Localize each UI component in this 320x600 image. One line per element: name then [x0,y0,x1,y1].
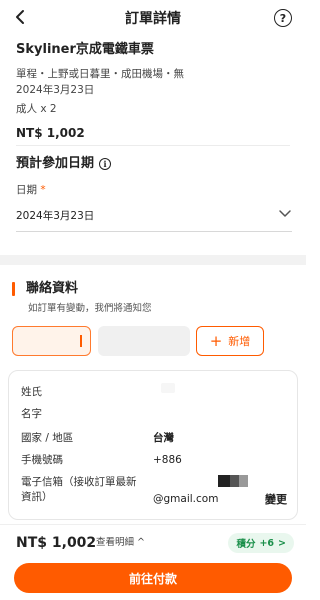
chevron-right-icon: > [278,537,286,549]
phone-label: 手機號碼 [21,454,63,466]
contact-subtitle: 如訂單有變動，我們將通知您 [28,303,152,314]
page-title: 訂單詳情 [125,11,181,27]
contact-chip[interactable] [98,326,190,356]
chevron-up-icon: ^ [137,537,146,548]
contact-card: 姓氏 名字 國家 / 地區 台灣 手機號碼 +886 電子信箱（接收訂單最新資訊… [8,370,298,520]
participation-date-heading: 預計參加日期 i [16,154,112,174]
view-details-label: 查看明細 [96,537,135,548]
back-chevron-icon[interactable] [14,6,26,30]
contact-title: 聯絡資料 [26,281,79,296]
date-field-label: 日期 * [16,182,46,197]
participation-date-title: 預計參加日期 [16,156,95,171]
chevron-down-icon[interactable] [278,205,292,219]
section-separator [0,255,306,265]
total-price: NT$ 1,002 [16,535,97,551]
help-question-icon[interactable]: ? [274,9,292,27]
contact-chip-selected[interactable] [12,326,91,356]
country-label: 國家 / 地區 [21,432,74,444]
ticket-date: 2024年3月23日 [16,84,95,96]
add-contact-label: 新增 [228,335,251,348]
points-label: 積分 [236,539,256,550]
app-header: 訂單詳情 ? [0,0,306,36]
proceed-to-payment-button[interactable]: 前往付款 [14,563,292,593]
last-name-label: 姓氏 [21,386,42,398]
section-accent-bar [12,282,15,296]
ticket-quantity: 成人 x 2 [16,103,57,115]
first-name-label: 名字 [21,408,42,420]
date-label-text: 日期 [16,184,37,196]
phone-value: +886 [153,454,182,466]
info-circle-icon[interactable]: i [99,158,112,170]
points-value: +6 [259,537,275,549]
date-field-underline [16,231,292,232]
required-mark: * [40,184,46,196]
add-contact-button[interactable]: + 新增 [196,326,264,356]
ticket-summary: Skyliner京成電鐵車票 單程・上野或日暮里・成田機場・無 2024年3月2… [0,36,306,142]
ticket-name: Skyliner京成電鐵車票 [16,42,154,57]
text-caret [80,335,82,347]
ticket-price: NT$ 1,002 [16,126,85,140]
ticket-route: 單程・上野或日暮里・成田機場・無 [16,68,184,80]
email-label: 電子信箱（接收訂單最新資訊） [21,476,137,503]
checkout-bar: NT$ 1,002 查看明細 ^ 積分 +6 > 前往付款 [0,524,306,600]
section-divider [16,145,290,146]
email-value: @gmail.com [153,493,219,505]
country-value: 台灣 [153,432,174,444]
redacted-value [161,383,175,393]
date-select-value[interactable]: 2024年3月23日 [16,208,94,223]
plus-icon: + [209,331,223,350]
points-badge[interactable]: 積分 +6 > [228,533,294,553]
view-details-link[interactable]: 查看明細 ^ [96,536,145,550]
edit-contact-link[interactable]: 變更 [265,491,287,507]
redacted-block [218,475,248,487]
